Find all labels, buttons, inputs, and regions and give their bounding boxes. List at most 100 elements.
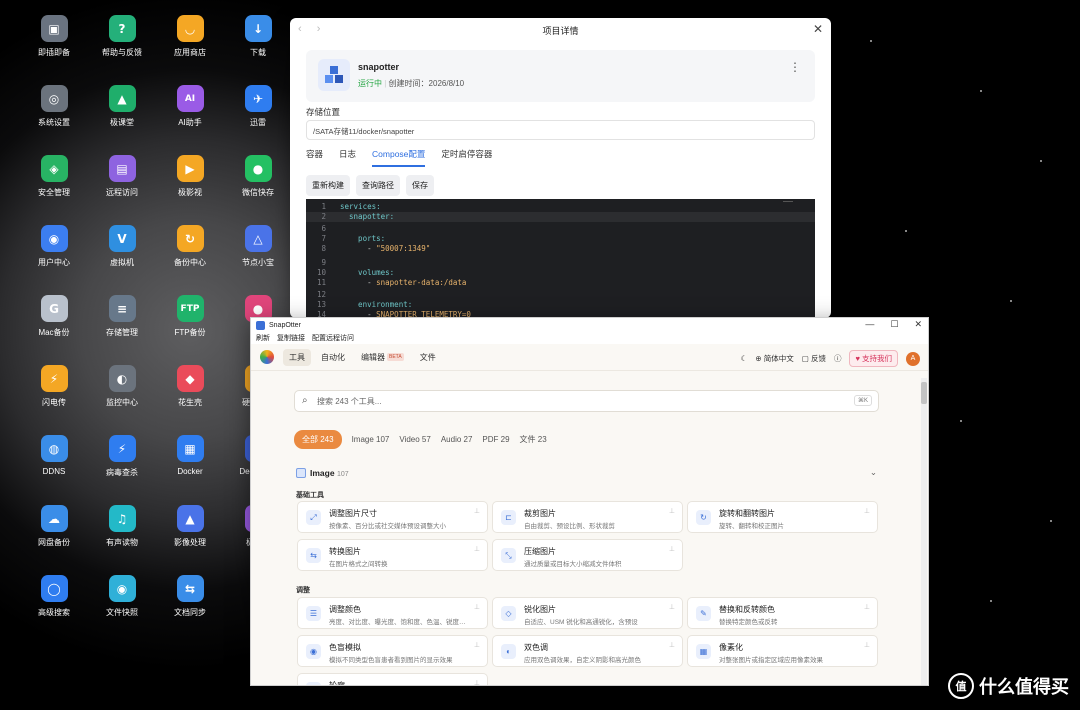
desktop-icon[interactable]: ▲ 极课堂 — [89, 85, 155, 128]
desktop-icon[interactable]: ▣ 即插即备 — [21, 15, 87, 58]
main-tab[interactable]: 工具 — [283, 348, 311, 366]
tab-3[interactable]: 定时启停容器 — [441, 148, 492, 167]
category-chip[interactable]: 文件 23 — [520, 434, 547, 445]
tool-icon: ⇆ — [306, 548, 321, 563]
menu-item[interactable]: 配置远程访问 — [312, 333, 354, 344]
category-chip[interactable]: Video 57 — [399, 435, 430, 444]
section-header-image[interactable]: Image 107 ⌄ — [296, 467, 877, 478]
pin-icon[interactable]: ⊥ — [669, 603, 675, 611]
pin-icon[interactable]: ⊥ — [864, 507, 870, 515]
pin-icon[interactable]: ⊥ — [669, 507, 675, 515]
pin-icon[interactable]: ⊥ — [864, 603, 870, 611]
storage-path-field[interactable]: /SATA存储11/docker/snapotter — [306, 120, 815, 140]
desktop-icon[interactable]: ◐ 监控中心 — [89, 365, 155, 408]
category-chip[interactable]: Image 107 — [352, 435, 390, 444]
desktop-icon[interactable]: ⇆ 文档同步 — [157, 575, 223, 618]
pin-icon[interactable]: ⊥ — [864, 641, 870, 649]
tool-card[interactable]: ⇆ 转换图片 在图片格式之间转换 ⊥ — [297, 539, 488, 571]
desktop-icon[interactable]: ◆ 花生壳 — [157, 365, 223, 408]
desktop-icon[interactable]: ◈ 安全管理 — [21, 155, 87, 198]
pin-icon[interactable]: ⊥ — [474, 545, 480, 553]
main-tab[interactable]: 文件 — [414, 349, 442, 366]
desktop-icon[interactable]: ⚡ 闪电传 — [21, 365, 87, 408]
pin-icon[interactable]: ⊥ — [669, 545, 675, 553]
tool-card[interactable]: ◉ 色盲模拟 模拟不同类型色盲患者看到图片的显示效果 ⊥ — [297, 635, 488, 667]
desktop-icon[interactable]: ▲ 影像处理 — [157, 505, 223, 548]
tool-card[interactable]: ⤡ 压缩图片 通过质量或目标大小缩减文件体积 ⊥ — [492, 539, 683, 571]
tool-card[interactable]: ◇ 锐化图片 自适应、USM 锐化和高通锐化，含预设 ⊥ — [492, 597, 683, 629]
tool-card[interactable]: ⊏ 裁剪图片 自由裁剪、预设比例、形状裁剪 ⊥ — [492, 501, 683, 533]
desktop-icon[interactable]: ? 帮助与反馈 — [89, 15, 155, 58]
desktop-icon-label: DDNS — [42, 467, 66, 476]
desktop-icon-label: 节点小宝 — [242, 258, 274, 267]
pin-icon[interactable]: ⊥ — [474, 641, 480, 649]
action-button[interactable]: 查询路径 — [356, 175, 400, 196]
snapotter-logo-icon[interactable] — [260, 350, 274, 364]
desktop-icon[interactable]: ☁ 网盘备份 — [21, 505, 87, 548]
tool-card[interactable]: ○ 轮廓 ⊥ — [297, 673, 488, 685]
action-button[interactable]: 保存 — [406, 175, 434, 196]
tab-2[interactable]: Compose配置 — [372, 148, 426, 167]
feedback-button[interactable]: ▢ 反馈 — [802, 353, 826, 364]
tool-card[interactable]: ⤢ 调整图片尺寸 按像素、百分比或社交媒体预设调整大小 ⊥ — [297, 501, 488, 533]
desktop-icon[interactable]: ⚡ 病毒查杀 — [89, 435, 155, 478]
close-icon[interactable]: ✕ — [914, 319, 922, 330]
desktop-icon[interactable]: FTP FTP备份 — [157, 295, 223, 338]
category-chip[interactable]: PDF 29 — [482, 435, 509, 444]
avatar[interactable]: A — [906, 351, 920, 366]
pin-icon[interactable]: ⊥ — [474, 507, 480, 515]
scrollbar[interactable] — [921, 378, 927, 685]
nav-arrows[interactable]: ‹ › — [298, 23, 326, 35]
tab-0[interactable]: 容器 — [306, 148, 323, 167]
compose-editor[interactable]: 1 services: 2 snapotter: 6 7 ports: 8 - "5000… — [306, 199, 815, 318]
moon-icon[interactable]: ☾ — [741, 354, 748, 363]
tool-card[interactable]: ↻ 旋转和翻转图片 旋转、翻转和校正图片 ⊥ — [687, 501, 878, 533]
action-button[interactable]: 重新构建 — [306, 175, 350, 196]
desktop-icon[interactable]: ≡ 存储管理 — [89, 295, 155, 338]
pin-icon[interactable]: ⊥ — [669, 641, 675, 649]
chevron-down-icon[interactable]: ⌄ — [870, 467, 877, 478]
pin-icon[interactable]: ⊥ — [474, 603, 480, 611]
desktop-icon[interactable]: ↻ 备份中心 — [157, 225, 223, 268]
desktop-icon[interactable]: ◯ 高级搜索 — [21, 575, 87, 618]
line-number: 13 — [316, 300, 326, 309]
desktop-icon[interactable]: ◉ 用户中心 — [21, 225, 87, 268]
language-switch[interactable]: ⊕ 简体中文 — [755, 353, 793, 364]
category-chip[interactable]: Audio 27 — [441, 435, 473, 444]
tab-1[interactable]: 日志 — [339, 148, 356, 167]
main-tab[interactable]: 自动化 — [315, 349, 351, 366]
menu-item[interactable]: 复制链接 — [277, 333, 305, 344]
desktop-icon-label: 虚拟机 — [110, 258, 134, 267]
desktop-icon[interactable]: ▶ 极影视 — [157, 155, 223, 198]
more-icon[interactable]: ⋮ — [789, 60, 801, 74]
menu-item[interactable]: 刷新 — [256, 333, 270, 344]
desktop-icon[interactable]: ✈ 迅雷 — [225, 85, 291, 128]
search-input[interactable]: ⌕ 搜索 243 个工具... ⌘K — [294, 390, 879, 412]
desktop-icon[interactable]: ◉ 文件快照 — [89, 575, 155, 618]
category-chip[interactable]: 全部 243 — [294, 430, 342, 449]
pin-icon[interactable]: ⊥ — [474, 679, 480, 685]
scrollbar-thumb[interactable] — [921, 382, 927, 404]
tool-card[interactable]: ✎ 替换和反转颜色 替换特定颜色或反转 ⊥ — [687, 597, 878, 629]
help-icon[interactable]: ⓘ — [834, 353, 842, 364]
desktop-icon[interactable]: AI AI助手 — [157, 85, 223, 128]
minimize-icon[interactable]: — — [865, 319, 874, 330]
main-tab[interactable]: 编辑器 BETA — [355, 349, 410, 366]
desktop-icon[interactable]: V 虚拟机 — [89, 225, 155, 268]
desktop-icon[interactable]: ↓ 下载 — [225, 15, 291, 58]
desktop-icon[interactable]: ▤ 远程访问 — [89, 155, 155, 198]
desktop-icon[interactable]: ● 微信快存 — [225, 155, 291, 198]
desktop-icon[interactable]: ▦ Docker — [157, 435, 223, 476]
desktop-icon[interactable]: ◎ 系统设置 — [21, 85, 87, 128]
tool-card[interactable]: ◐ 双色调 应用双色调效果，自定义阴影和高光颜色 ⊥ — [492, 635, 683, 667]
desktop-icon[interactable]: ♫ 有声读物 — [89, 505, 155, 548]
tool-card[interactable]: ▦ 像素化 对整张图片或指定区域应用像素效果 ⊥ — [687, 635, 878, 667]
desktop-icon[interactable]: △ 节点小宝 — [225, 225, 291, 268]
desktop-icon[interactable]: ◍ DDNS — [21, 435, 87, 476]
maximize-icon[interactable]: ☐ — [890, 319, 898, 330]
tool-card[interactable]: ☰ 调整颜色 亮度、对比度、曝光度、饱和度、色温、锐度… ⊥ — [297, 597, 488, 629]
close-icon[interactable]: ✕ — [813, 22, 823, 36]
desktop-icon[interactable]: G Mac备份 — [21, 295, 87, 338]
desktop-icon[interactable]: ◡ 应用商店 — [157, 15, 223, 58]
support-button[interactable]: ♥ 支持我们 — [849, 350, 898, 367]
